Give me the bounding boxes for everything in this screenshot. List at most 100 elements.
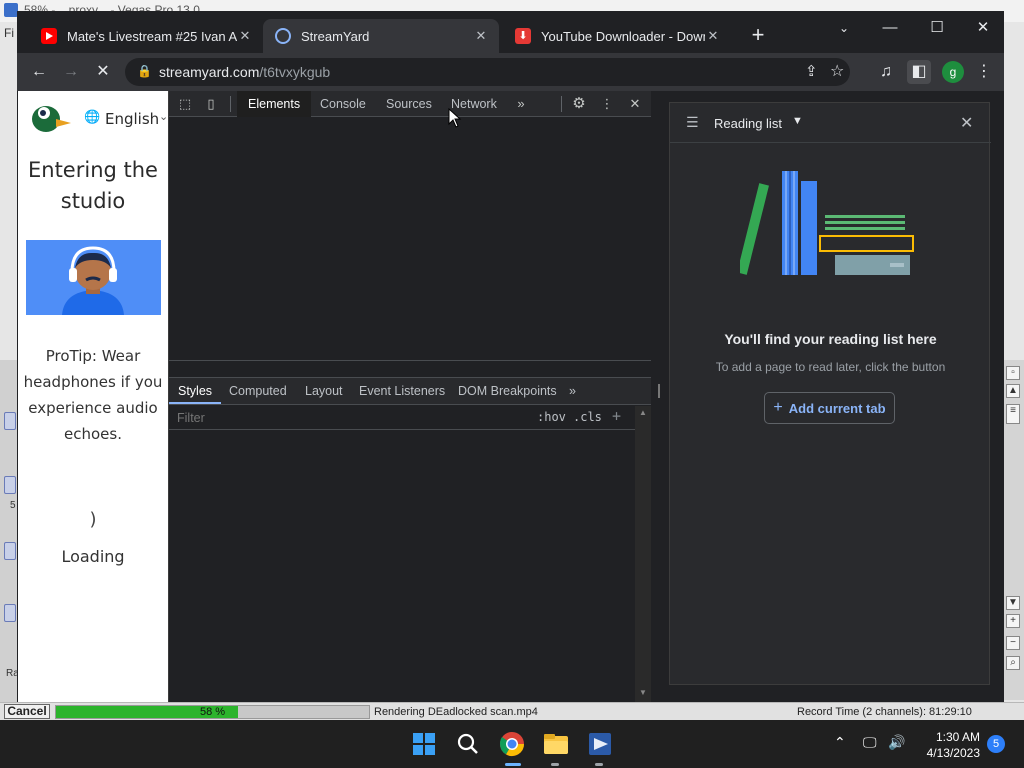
minimize-button[interactable]: — <box>875 17 905 39</box>
address-bar[interactable]: 🔒 streamyard.com/t6tvxykgub ⇪ ☆ <box>125 58 850 86</box>
vegas-pro-icon[interactable] <box>584 728 616 760</box>
close-icon[interactable]: ✕ <box>237 28 253 44</box>
url-path: /t6tvxykgub <box>259 64 331 80</box>
new-tab-button[interactable]: + <box>746 24 770 48</box>
streamyard-page: 🌐 English ⌄ Entering the studio ProTip: … <box>18 91 168 702</box>
media-controls-icon[interactable]: ♫ <box>874 60 898 84</box>
cls-toggle[interactable]: .cls <box>573 410 602 424</box>
caret-down-icon[interactable]: ▼ <box>792 115 803 127</box>
divider <box>561 96 562 112</box>
gear-icon[interactable]: ⚙ <box>569 94 589 114</box>
scroll-thumb[interactable]: ≡ <box>1006 404 1020 424</box>
reading-list-header: ☰ Reading list ▼ ✕ <box>670 103 991 143</box>
windows-taskbar: ⌃ 🖵 🔊 1:30 AM 4/13/2023 5 <box>0 720 1024 768</box>
tab-computed[interactable]: Computed <box>220 378 296 404</box>
back-icon[interactable]: ← <box>27 60 51 84</box>
tab-streamyard[interactable]: StreamYard ✕ <box>263 19 499 53</box>
stop-loading-icon[interactable]: ✕ <box>91 60 115 84</box>
more-tabs-icon[interactable]: » <box>560 378 585 404</box>
share-icon[interactable]: ⇪ <box>805 62 818 80</box>
active-app-indicator <box>505 763 521 766</box>
vegas-menu-file[interactable]: Fi <box>4 26 14 40</box>
tab-title: Mate's Livestream #25 Ivan And <box>67 28 237 44</box>
system-clock[interactable]: 1:30 AM 4/13/2023 <box>900 729 980 761</box>
resize-grip-icon[interactable] <box>658 384 660 398</box>
scroll-up-icon[interactable]: ▲ <box>639 408 647 417</box>
language-selector[interactable]: English <box>105 110 159 128</box>
styles-tabbar: Styles Computed Layout Event Listeners D… <box>169 377 652 405</box>
close-window-button[interactable]: ✕ <box>968 17 998 39</box>
track-marker[interactable] <box>4 542 16 560</box>
books-illustration <box>740 171 914 275</box>
menu-icon[interactable]: ⋮ <box>972 60 996 84</box>
lock-icon[interactable]: 🔒 <box>137 64 152 78</box>
clock-time: 1:30 AM <box>935 730 980 744</box>
forward-icon[interactable]: → <box>59 60 83 84</box>
device-toolbar-icon[interactable]: ▯ <box>201 94 221 114</box>
scroll-up-icon[interactable]: ▲ <box>1006 384 1020 398</box>
chevron-up-icon[interactable]: ⌃ <box>834 734 846 751</box>
tab-youtube-downloader[interactable]: ⬇ YouTube Downloader - Downloa ✕ <box>503 19 731 53</box>
chevron-down-icon[interactable]: ⌄ <box>159 110 168 123</box>
vegas-right-scrollbar[interactable]: ▫ ▲ ≡ ▼ + − ⌕ <box>1004 360 1024 700</box>
elements-tree[interactable] <box>169 118 652 360</box>
tab-layout[interactable]: Layout <box>296 378 352 404</box>
close-icon[interactable]: ✕ <box>960 113 973 133</box>
styles-scrollbar[interactable]: ▲ ▼ <box>635 406 652 702</box>
hov-toggle[interactable]: :hov <box>537 410 566 424</box>
vegas-comment-icon[interactable]: ▫ <box>1006 366 1020 380</box>
close-devtools-icon[interactable]: ✕ <box>625 94 645 114</box>
tab-dom-breakpoints[interactable]: DOM Breakpoints <box>449 378 566 404</box>
zoom-in-icon[interactable]: + <box>1006 614 1020 628</box>
styles-filter-input[interactable] <box>169 407 527 428</box>
magnify-icon[interactable]: ⌕ <box>1006 656 1020 670</box>
track-marker[interactable] <box>4 476 16 494</box>
close-icon[interactable]: ✕ <box>473 28 489 44</box>
more-tabs-icon[interactable]: » <box>511 94 531 114</box>
headphones-illustration <box>26 240 161 315</box>
track-number: 5 <box>10 500 16 511</box>
tab-console[interactable]: Console <box>309 91 377 117</box>
protip-text: ProTip: Wear headphones if you experienc… <box>23 347 163 443</box>
youtube-icon <box>41 28 57 44</box>
windows-start-icon[interactable] <box>408 728 440 760</box>
chrome-icon[interactable] <box>496 728 528 760</box>
tab-event-listeners[interactable]: Event Listeners <box>350 378 454 404</box>
chrome-window: Mate's Livestream #25 Ivan And ✕ StreamY… <box>17 11 1004 702</box>
reading-list-title[interactable]: Reading list <box>714 116 782 131</box>
globe-icon: 🌐 <box>84 110 101 125</box>
bookmark-star-icon[interactable]: ☆ <box>830 61 844 81</box>
network-icon[interactable]: 🖵 <box>863 734 877 751</box>
close-icon[interactable]: ✕ <box>705 28 721 44</box>
url-text[interactable]: streamyard.com/t6tvxykgub <box>159 64 330 80</box>
panel-splitter[interactable] <box>169 360 652 361</box>
scroll-down-icon[interactable]: ▼ <box>1006 596 1020 610</box>
tab-search-icon[interactable]: ⌄ <box>829 17 859 39</box>
side-panel-icon[interactable]: ◧ <box>907 60 931 84</box>
notification-badge[interactable]: 5 <box>987 735 1005 753</box>
new-rule-button[interactable]: + <box>612 407 621 425</box>
inspect-element-icon[interactable]: ⬚ <box>175 94 195 114</box>
more-options-icon[interactable]: ⋮ <box>597 94 617 114</box>
zoom-out-icon[interactable]: − <box>1006 636 1020 650</box>
scroll-down-icon[interactable]: ▼ <box>639 688 647 697</box>
loading-text: Loading <box>61 547 125 566</box>
render-progress-bar: Cancel 58 % Rendering DEadlocked scan.mp… <box>0 702 1024 720</box>
tab-youtube-livestream[interactable]: Mate's Livestream #25 Ivan And ✕ <box>29 19 263 53</box>
vegas-app-icon <box>4 3 18 17</box>
tab-styles[interactable]: Styles <box>169 378 222 404</box>
tab-strip: Mate's Livestream #25 Ivan And ✕ StreamY… <box>17 11 1004 59</box>
side-panel-resizer[interactable] <box>651 91 669 702</box>
cancel-button[interactable]: Cancel <box>4 704 50 719</box>
search-icon[interactable] <box>452 728 484 760</box>
add-current-tab-button[interactable]: + Add current tab <box>764 392 895 424</box>
app-indicator <box>551 763 559 766</box>
track-marker[interactable] <box>4 412 16 430</box>
tab-elements[interactable]: Elements <box>237 91 312 117</box>
tab-sources[interactable]: Sources <box>375 91 443 117</box>
file-explorer-icon[interactable] <box>540 728 572 760</box>
maximize-button[interactable]: ☐ <box>922 17 952 39</box>
track-marker[interactable] <box>4 604 16 622</box>
reading-list-panel: ☰ Reading list ▼ ✕ You'll find your read… <box>669 102 991 685</box>
profile-avatar[interactable]: g <box>942 61 964 83</box>
